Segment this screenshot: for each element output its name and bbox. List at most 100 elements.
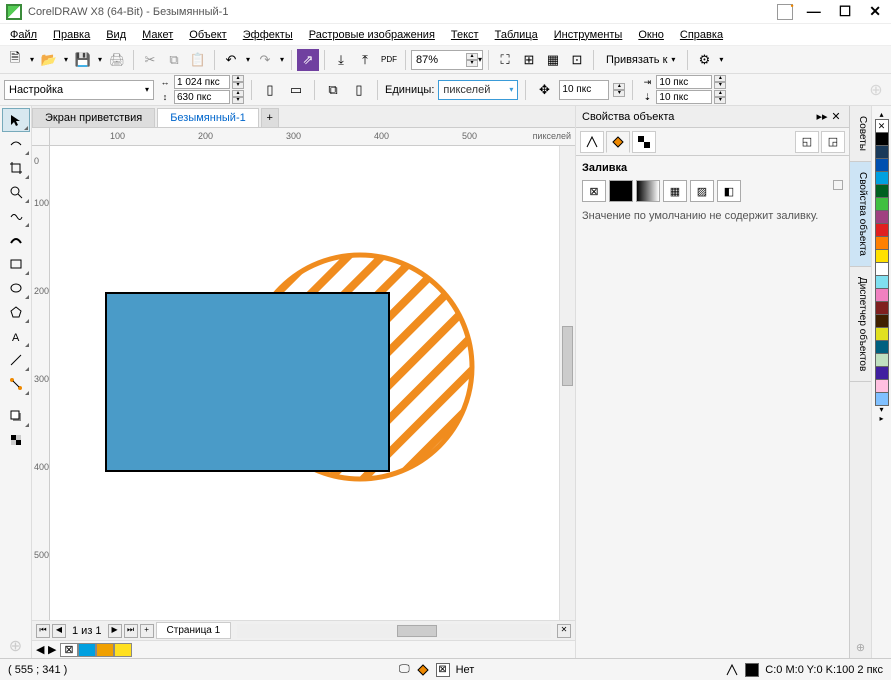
menu-help[interactable]: Справка (680, 29, 723, 41)
panel-expand[interactable]: ▸▸ (815, 110, 829, 123)
palette-menu[interactable]: ▸ (879, 414, 883, 423)
menu-effects[interactable]: Эффекты (243, 29, 293, 41)
options-button[interactable]: ⚙ (693, 49, 715, 71)
palette-none[interactable]: ⊠ (60, 643, 78, 657)
palette-swatch[interactable] (78, 643, 96, 657)
palette-right[interactable]: ▶ (48, 643, 60, 656)
menu-edit[interactable]: Правка (53, 29, 90, 41)
tab-doc[interactable]: Безымянный-1 (157, 108, 259, 127)
grid-button[interactable]: ▦ (542, 49, 564, 71)
color-swatch[interactable] (875, 158, 889, 172)
fill-fountain-button[interactable] (636, 180, 660, 202)
preset-input[interactable] (9, 84, 145, 96)
search-button[interactable]: ⇗ (297, 49, 319, 71)
menu-tools[interactable]: Инструменты (554, 29, 623, 41)
save-dropdown[interactable]: ▾ (96, 55, 104, 64)
text-tool[interactable]: A (2, 324, 30, 348)
landscape-button[interactable]: ▭ (285, 79, 307, 101)
palette-swatch[interactable] (114, 643, 132, 657)
color-swatch[interactable] (875, 353, 889, 367)
page-tab[interactable]: Страница 1 (156, 622, 232, 639)
rectangle-tool[interactable] (2, 252, 30, 276)
menu-file[interactable]: Файл (10, 29, 37, 41)
first-page[interactable]: ⏮ (36, 624, 50, 638)
snap-button[interactable]: Привязать к▾ (599, 49, 682, 71)
nudge-input[interactable] (559, 80, 609, 100)
color-swatch[interactable] (875, 210, 889, 224)
undo-dropdown[interactable]: ▾ (244, 55, 252, 64)
menu-window[interactable]: Окно (638, 29, 664, 41)
paste-button[interactable]: 📋 (187, 49, 209, 71)
fill-postscript-button[interactable]: ◧ (717, 180, 741, 202)
rulers-button[interactable]: ⊞ (518, 49, 540, 71)
panel-tab-transparency[interactable] (632, 131, 656, 153)
pick-tool[interactable] (2, 108, 30, 132)
new-button[interactable]: 🗎 (4, 49, 26, 71)
pdf-button[interactable]: PDF (378, 49, 400, 71)
add-tool[interactable]: ⊕ (2, 634, 30, 658)
guides-button[interactable]: ⊡ (566, 49, 588, 71)
rectangle-shape[interactable] (105, 292, 390, 472)
color-swatch[interactable] (875, 249, 889, 263)
palette-left[interactable]: ◀ (36, 643, 48, 656)
docker-tab-hints[interactable]: Советы (850, 106, 871, 162)
color-swatch[interactable] (875, 197, 889, 211)
vertical-scrollbar[interactable] (559, 146, 575, 620)
color-swatch[interactable] (875, 314, 889, 328)
maximize-button[interactable]: ☐ (839, 3, 852, 20)
prev-page[interactable]: ◀ (52, 624, 66, 638)
docker-tab-objmgr[interactable]: Диспетчер объектов (850, 267, 871, 382)
last-page[interactable]: ⏭ (124, 624, 138, 638)
panel-tab-fill[interactable] (606, 131, 630, 153)
width-input[interactable] (174, 75, 230, 89)
horizontal-ruler[interactable]: 100 200 300 400 500 пикселей (32, 128, 575, 146)
panel-tab-outline[interactable] (580, 131, 604, 153)
export-button[interactable]: ⤒ (354, 49, 376, 71)
minimize-button[interactable]: — (807, 3, 821, 20)
color-swatch[interactable] (875, 379, 889, 393)
fullscreen-button[interactable]: ⛶ (494, 49, 516, 71)
artistic-tool[interactable] (2, 228, 30, 252)
vertical-ruler[interactable]: 0 100 200 300 400 500 (32, 146, 50, 620)
color-swatch[interactable] (875, 340, 889, 354)
color-swatch[interactable] (875, 392, 889, 406)
add-button[interactable]: ⊕ (865, 79, 887, 101)
copy-button[interactable]: ⧉ (163, 49, 185, 71)
ellipse-tool[interactable] (2, 276, 30, 300)
nav-toggle[interactable]: ✕ (557, 624, 571, 638)
fill-none-button[interactable]: ⊠ (582, 180, 606, 202)
parallel-tool[interactable] (2, 348, 30, 372)
current-page-button[interactable]: ▯ (348, 79, 370, 101)
close-button[interactable]: ✕ (869, 3, 881, 20)
color-swatch[interactable] (875, 327, 889, 341)
panel-tab-summary1[interactable]: ◱ (795, 131, 819, 153)
import-button[interactable]: ⤓ (330, 49, 352, 71)
portrait-button[interactable]: ▯ (259, 79, 281, 101)
color-none[interactable] (875, 119, 889, 133)
status-fill-swatch[interactable]: ⊠ (436, 663, 450, 677)
polygon-tool[interactable] (2, 300, 30, 324)
units-combo[interactable]: пикселей▾ (438, 80, 518, 100)
zoom-up[interactable]: ▴ (466, 53, 478, 60)
panel-close[interactable]: ✕ (829, 110, 843, 123)
launch-dropdown[interactable]: ▾ (717, 55, 725, 64)
height-input[interactable] (174, 90, 230, 104)
connector-tool[interactable] (2, 372, 30, 396)
menu-object[interactable]: Объект (189, 29, 226, 41)
zoom-combo[interactable]: ▴▾ ▾ (411, 50, 483, 70)
shape-tool[interactable] (2, 132, 30, 156)
canvas[interactable] (50, 146, 559, 620)
transparency-tool[interactable] (2, 428, 30, 452)
palette-up[interactable]: ▴ (879, 110, 883, 119)
menu-table[interactable]: Таблица (495, 29, 538, 41)
status-proof-icon[interactable]: 🖵 (399, 663, 410, 676)
new-dropdown[interactable]: ▾ (28, 55, 36, 64)
horizontal-scrollbar[interactable] (237, 624, 551, 638)
add-page[interactable]: + (140, 624, 154, 638)
open-dropdown[interactable]: ▾ (62, 55, 70, 64)
fill-lock[interactable] (833, 180, 843, 190)
save-button[interactable]: 💾 (72, 49, 94, 71)
freehand-tool[interactable] (2, 204, 30, 228)
zoom-tool[interactable] (2, 180, 30, 204)
undo-button[interactable]: ↶ (220, 49, 242, 71)
